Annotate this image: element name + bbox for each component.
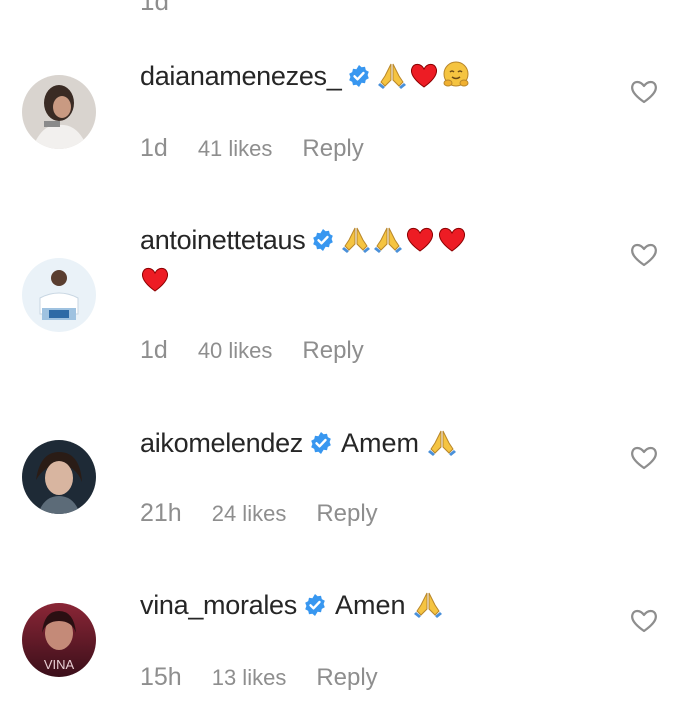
verified-badge-icon [311,228,335,252]
avatar[interactable] [22,75,96,149]
verified-badge-icon [303,593,327,617]
reply-button[interactable]: Reply [316,664,377,691]
red-heart-emoji-icon [140,264,170,294]
svg-text:VINA: VINA [44,657,75,672]
avatar[interactable]: VINA [22,603,96,677]
reply-button[interactable]: Reply [316,500,377,527]
like-heart-icon[interactable] [628,442,660,472]
avatar[interactable] [22,258,96,332]
username[interactable]: antoinettetaus [140,225,306,255]
red-heart-emoji-icon [409,60,439,90]
comment-text: Amen [334,590,406,620]
likes-count[interactable]: 13 likes [212,665,287,690]
red-heart-emoji-icon [437,224,467,254]
red-heart-emoji-icon [405,224,435,254]
pray-emoji-icon [341,224,371,254]
username[interactable]: aikomelendez [140,428,303,458]
pray-emoji-icon [373,224,403,254]
comment-time[interactable]: 15h [140,663,182,691]
comment-time[interactable]: 1d [140,134,168,162]
reply-button[interactable]: Reply [302,337,363,364]
like-heart-icon[interactable] [628,76,660,106]
username[interactable]: daianamenezes_ [140,61,342,91]
verified-badge-icon [347,64,371,88]
likes-count[interactable]: 24 likes [212,501,287,526]
likes-count[interactable]: 41 likes [198,136,273,161]
reply-button[interactable]: Reply [302,135,363,162]
verified-badge-icon [309,431,333,455]
comment-time[interactable]: 21h [140,499,182,527]
previous-comment-time: 1d [140,0,169,16]
pray-emoji-icon [413,589,443,619]
pray-emoji-icon [427,427,457,457]
pray-emoji-icon [377,60,407,90]
avatar[interactable] [22,440,96,514]
username[interactable]: vina_morales [140,590,297,620]
like-heart-icon[interactable] [628,239,660,269]
like-heart-icon[interactable] [628,605,660,635]
likes-count[interactable]: 40 likes [198,338,273,363]
comment-text: Amem [341,428,420,458]
hugging-face-emoji-icon [441,60,471,90]
comment-time[interactable]: 1d [140,336,168,364]
